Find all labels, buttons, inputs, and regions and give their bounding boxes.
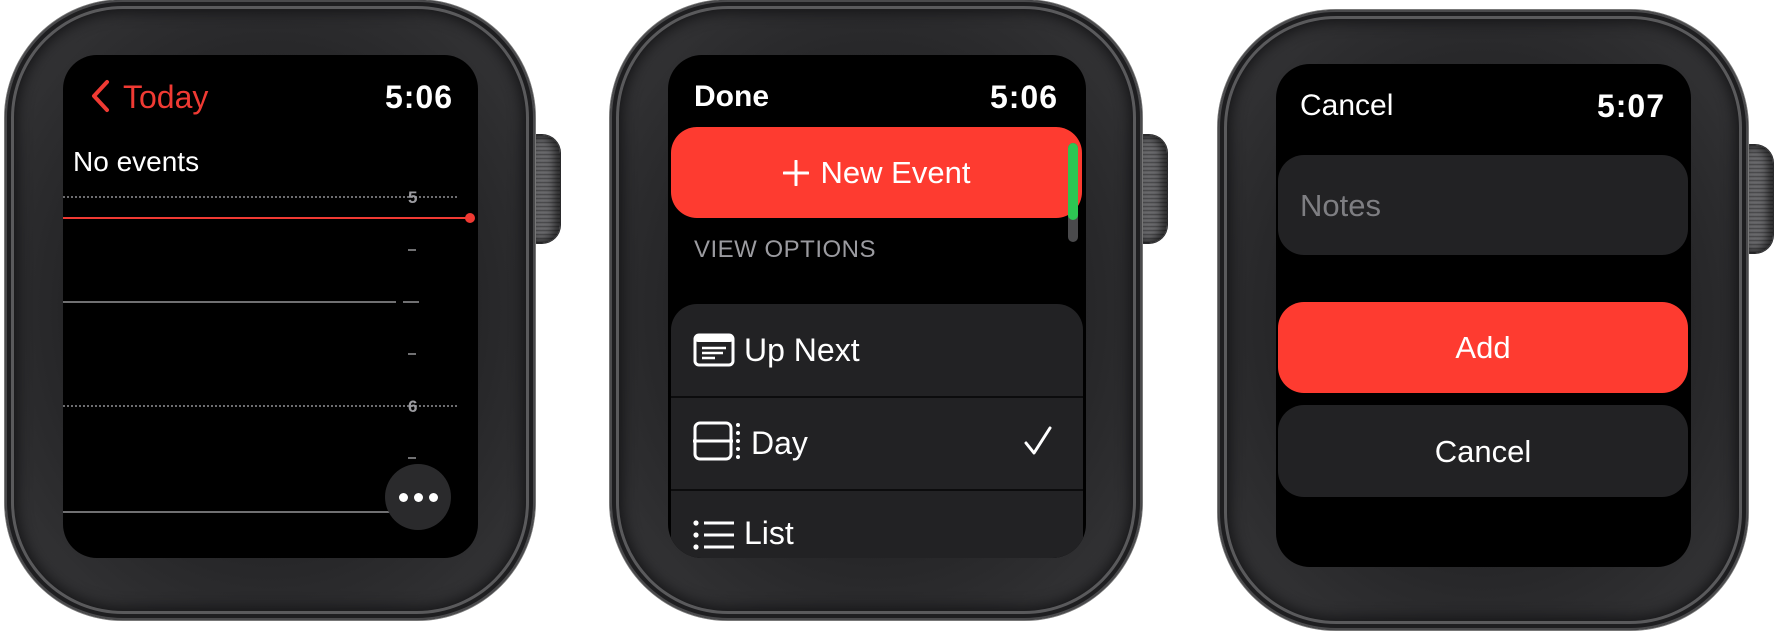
notes-field[interactable]: Notes — [1278, 155, 1688, 255]
cancel-label: Cancel — [1434, 433, 1532, 469]
quarter-tick — [408, 249, 416, 251]
option-list[interactable]: List — [671, 490, 1083, 558]
half-hour-line — [63, 511, 396, 513]
day-view-icon — [693, 421, 740, 461]
cancel-nav-button[interactable]: Cancel — [1300, 91, 1393, 121]
list-icon — [693, 520, 734, 550]
quarter-tick — [408, 353, 416, 355]
section-header: VIEW OPTIONS — [694, 236, 877, 263]
watch-screen-1: Today 5:06 No events 5 6 — [63, 55, 478, 558]
option-label: Day — [751, 425, 808, 461]
view-options-list: Up Next Day List — [671, 304, 1083, 558]
option-label: Up Next — [744, 332, 860, 368]
hour-line-5 — [63, 196, 457, 198]
half-hour-tick — [403, 301, 419, 303]
current-time-dot — [465, 213, 475, 223]
watch-screen-3: Cancel 5:07 Notes Add Cancel — [1276, 64, 1691, 567]
status-time: 5:07 — [1596, 88, 1665, 124]
new-event-label: New Event — [820, 155, 971, 190]
add-label: Add — [1455, 330, 1511, 365]
status-time: 5:06 — [384, 79, 453, 115]
ellipsis-icon — [398, 492, 438, 502]
up-next-icon — [693, 333, 735, 367]
current-time-line — [63, 217, 470, 219]
plus-icon — [782, 159, 809, 186]
cancel-button[interactable]: Cancel — [1278, 405, 1688, 497]
hour-label-5: 5 — [408, 188, 418, 207]
scroll-indicator-thumb — [1068, 143, 1078, 220]
option-up-next[interactable]: Up Next — [671, 304, 1083, 398]
hour-label-6: 6 — [408, 397, 418, 416]
scroll-indicator[interactable] — [1068, 143, 1078, 242]
status-time: 5:06 — [989, 79, 1058, 115]
checkmark-icon — [1024, 426, 1052, 455]
add-button[interactable]: Add — [1278, 302, 1688, 393]
hour-line-6 — [63, 405, 457, 407]
no-events-label: No events — [73, 146, 200, 177]
back-button[interactable]: Today — [87, 77, 227, 117]
option-label: List — [744, 515, 794, 551]
back-label: Today — [123, 79, 209, 115]
watch-screen-2: Done 5:06 New Event VIEW OPTIONS Up Next — [668, 55, 1086, 558]
new-event-button[interactable]: New Event — [671, 127, 1082, 218]
quarter-tick — [408, 457, 416, 459]
done-button[interactable]: Done — [694, 82, 769, 112]
notes-placeholder: Notes — [1300, 187, 1381, 223]
option-day[interactable]: Day — [671, 397, 1083, 491]
half-hour-line — [63, 301, 396, 303]
chevron-left-icon — [92, 80, 109, 112]
more-options-button[interactable] — [385, 464, 451, 530]
